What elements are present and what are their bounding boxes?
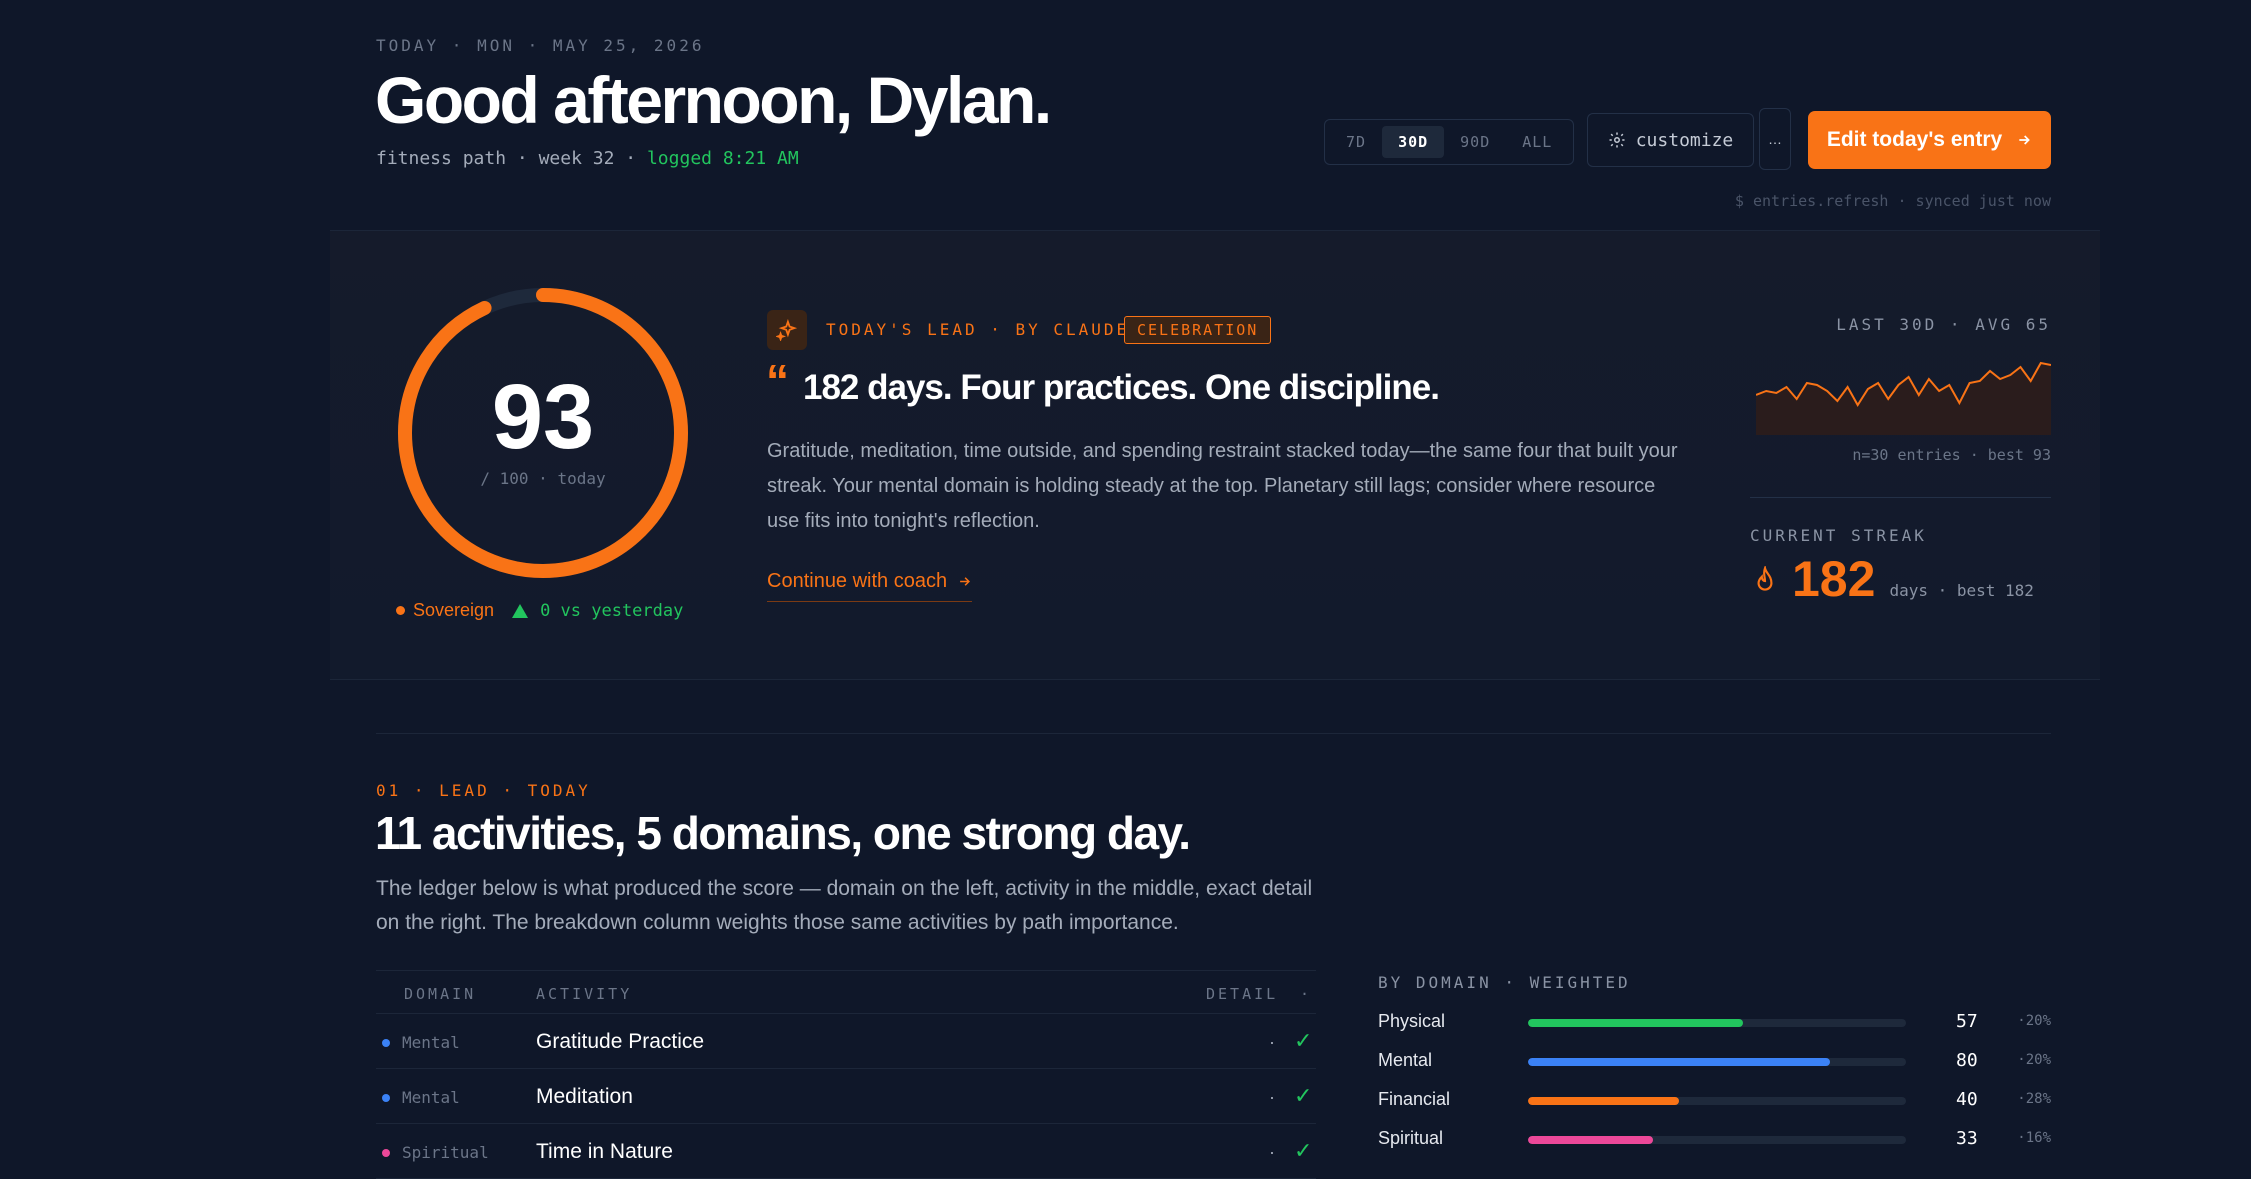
edit-entry-button[interactable]: Edit today's entry — [1808, 111, 2051, 169]
trend-footer: n=30 entries · best 93 — [1852, 446, 2051, 464]
streak-label: CURRENT STREAK — [1750, 526, 1927, 545]
date-line: TODAY · MON · MAY 25, 2026 — [376, 36, 705, 55]
page-title: Good afternoon, Dylan. — [375, 63, 1052, 137]
lead-headline: 182 days. Four practices. One discipline… — [803, 368, 1440, 407]
range-selector: 7D 30D 90D ALL — [1324, 119, 1575, 165]
customize-label: customize — [1635, 129, 1734, 151]
range-90d[interactable]: 90D — [1444, 126, 1506, 158]
arrow-right-icon — [960, 577, 971, 586]
range-all[interactable]: ALL — [1506, 126, 1568, 158]
continue-coach-link[interactable]: Continue with coach — [767, 570, 973, 602]
lead-kicker: TODAY'S LEAD · BY CLAUDE — [826, 320, 1130, 339]
range-7d[interactable]: 7D — [1330, 126, 1382, 158]
col-status: · — [1300, 985, 1313, 1003]
arrow-right-icon — [2019, 135, 2031, 145]
row-domain: Spiritual — [402, 1143, 489, 1162]
trend-label: LAST 30D · AVG 65 — [1836, 315, 2051, 334]
breakdown-bar — [1528, 1058, 1831, 1066]
score-tier-line: Sovereign 0 vs yesterday — [396, 600, 683, 621]
row-domain: Mental — [402, 1033, 460, 1052]
breakdown-bar — [1528, 1097, 1680, 1105]
row-activity: Time in Nature — [536, 1140, 673, 1163]
divider — [1750, 497, 2051, 498]
streak-row: 182 days · best 182 — [1752, 550, 2034, 608]
row-detail: · — [1269, 1032, 1275, 1052]
section-title: 11 activities, 5 domains, one strong day… — [375, 807, 1191, 859]
table-row[interactable]: Mental Gratitude Practice · ✓ — [376, 1014, 1316, 1069]
breakdown-row-physical: Physical 57 ·20% — [1378, 1011, 2051, 1032]
trend-sparkline — [1756, 361, 2051, 435]
table-row[interactable]: Spiritual Time in Nature · ✓ — [376, 1124, 1316, 1179]
flame-icon — [1757, 566, 1773, 591]
col-domain: DOMAIN — [404, 985, 477, 1003]
domain-dot-icon — [382, 1148, 390, 1157]
breakdown-bar — [1528, 1136, 1653, 1144]
breakdown-row-mental: Mental 80 ·20% — [1378, 1050, 2051, 1071]
section-divider — [376, 733, 2051, 734]
breakdown-label: BY DOMAIN · WEIGHTED — [1378, 973, 1631, 992]
domain-dot-icon — [382, 1093, 390, 1102]
triangle-up-icon — [512, 603, 529, 618]
breakdown-row-financial: Financial 40 ·28% — [1378, 1089, 2051, 1110]
col-detail: DETAIL — [1206, 985, 1279, 1003]
section-kicker: 01 · LEAD · TODAY — [376, 781, 591, 800]
edit-entry-label: Edit today's entry — [1826, 128, 2003, 151]
tier-label: Sovereign — [413, 600, 495, 620]
check-icon: ✓ — [1294, 1138, 1313, 1163]
breakdown-row-spiritual: Spiritual 33 ·16% — [1378, 1128, 2051, 1149]
row-detail: · — [1269, 1142, 1275, 1162]
sync-status: $ entries.refresh · synced just now — [1734, 192, 2051, 210]
logged-time: logged 8:21 AM — [646, 148, 799, 169]
week-label: week 32 — [538, 148, 615, 169]
range-30d[interactable]: 30D — [1382, 126, 1445, 158]
row-activity: Meditation — [536, 1085, 633, 1108]
check-icon: ✓ — [1294, 1028, 1313, 1053]
col-activity: ACTIVITY — [536, 985, 633, 1003]
tier-dot-icon — [396, 606, 405, 615]
more-button[interactable]: … — [1759, 108, 1791, 170]
score-value: 93 — [491, 366, 595, 468]
row-detail: · — [1269, 1087, 1275, 1107]
customize-button[interactable]: customize — [1587, 113, 1754, 167]
activity-ledger: DOMAIN ACTIVITY DETAIL · Mental Gratitud… — [376, 970, 1316, 1179]
sparkline-area — [1756, 363, 2051, 435]
streak-value: 182 — [1792, 551, 1876, 607]
score-delta: 0 vs yesterday — [540, 600, 684, 621]
streak-sub: days · best 182 — [1889, 581, 2034, 600]
breakdown-bar — [1528, 1019, 1744, 1027]
score-sub: / 100 · today — [480, 469, 606, 488]
path-summary: fitness path · week 32 · logged 8:21 AM — [376, 148, 799, 169]
lead-body: Gratitude, meditation, time outside, and… — [767, 440, 1678, 532]
row-activity: Gratitude Practice — [536, 1030, 705, 1053]
quote-icon: “ — [766, 355, 789, 407]
domain-dot-icon — [382, 1038, 390, 1047]
lead-badge: CELEBRATION — [1124, 316, 1272, 344]
section-body: The ledger below is what produced the sc… — [376, 877, 1313, 934]
check-icon: ✓ — [1294, 1083, 1313, 1108]
path-name: fitness path — [376, 148, 507, 169]
row-domain: Mental — [402, 1088, 460, 1107]
continue-coach-label: Continue with coach — [767, 570, 948, 592]
sparkle-icon — [767, 310, 807, 350]
gear-icon — [1609, 132, 1625, 148]
table-row[interactable]: Mental Meditation · ✓ — [376, 1069, 1316, 1124]
ledger-header: DOMAIN ACTIVITY DETAIL · — [376, 970, 1316, 1014]
